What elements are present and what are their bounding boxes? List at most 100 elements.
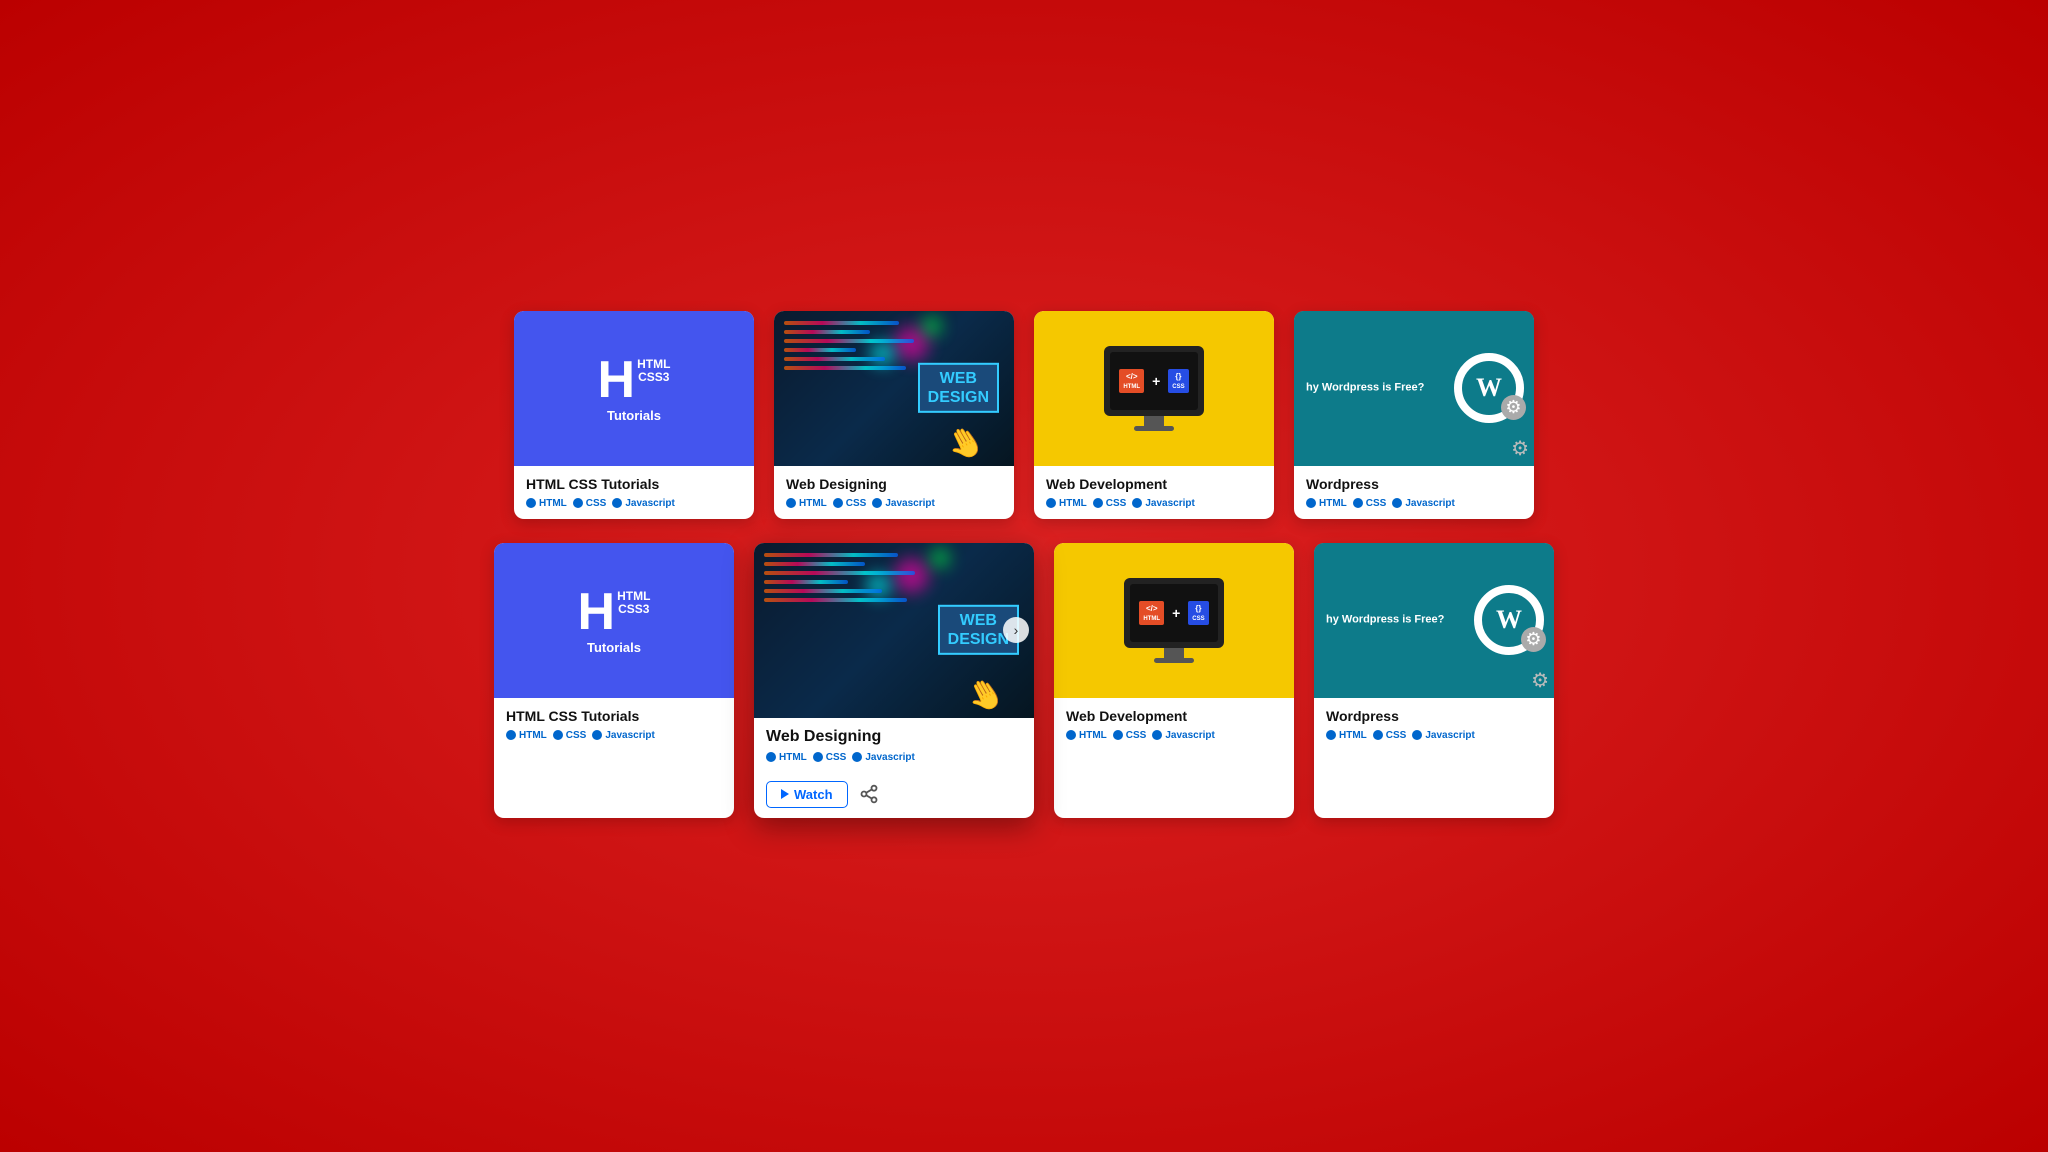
tag-js: Javascript: [1132, 498, 1194, 509]
play-icon: [781, 789, 789, 799]
code-line: [784, 366, 906, 370]
wp-bg: hy Wordpress is Free? W ⚙ ⚙: [1314, 543, 1554, 698]
tag-html: HTML: [1326, 730, 1367, 741]
card-web-designing-1[interactable]: WEBDESIGN 🤚 Web Designing HTML CSS Javas…: [774, 311, 1014, 519]
code-line: [764, 598, 907, 602]
code-line: [784, 330, 870, 334]
plus-sign: +: [1152, 373, 1160, 389]
card-title: Web Development: [1066, 708, 1282, 724]
card-web-development-1[interactable]: </>HTML + {}CSS Web Development HTML CSS…: [1034, 311, 1274, 519]
html-badge: </>HTML: [1139, 601, 1164, 625]
web-design-label: WEBDESIGN: [918, 363, 999, 413]
tag-html: HTML: [786, 498, 827, 509]
wp-circle: W ⚙: [1454, 353, 1524, 423]
tutorials-label: Tutorials: [578, 640, 651, 655]
card-thumbnail: hy Wordpress is Free? W ⚙ ⚙: [1294, 311, 1534, 466]
wp-logo-wrapper: W ⚙: [1474, 585, 1544, 655]
html-css-logo: H HTML CSS3 Tutorials: [598, 354, 671, 423]
plus-sign: +: [1172, 605, 1180, 621]
card-row-1: H HTML CSS3 Tutorials HTML CSS Tutorials…: [514, 311, 1534, 519]
tag-js: Javascript: [1152, 730, 1214, 741]
card-web-designing-2-expanded[interactable]: WEBDESIGN 🤚 › Web Designing HTML CSS Jav…: [754, 543, 1034, 818]
hand-icon: 🤚: [960, 671, 1010, 718]
tag-js: Javascript: [872, 498, 934, 509]
css-badge: {}CSS: [1188, 601, 1208, 625]
monitor-stand: [1144, 416, 1164, 426]
wp-bg: hy Wordpress is Free? W ⚙ ⚙: [1294, 311, 1534, 466]
code-line: [784, 357, 885, 361]
tag-css: CSS: [833, 498, 867, 509]
monitor-icon: </>HTML + {}CSS: [1104, 346, 1204, 431]
tag-html: HTML: [506, 730, 547, 741]
card-tags: HTML CSS Javascript: [506, 730, 722, 741]
card-tags: HTML CSS Javascript: [1046, 498, 1262, 509]
card-title: Web Designing: [766, 728, 1022, 746]
tag-css: CSS: [1353, 498, 1387, 509]
tag-css: CSS: [573, 498, 607, 509]
monitor-base: [1154, 658, 1194, 663]
card-info: Web Designing HTML CSS Javascript: [774, 466, 1014, 519]
code-line: [784, 321, 899, 325]
tag-js: Javascript: [592, 730, 654, 741]
card-thumbnail: </>HTML + {}CSS: [1034, 311, 1274, 466]
card-wordpress-1[interactable]: hy Wordpress is Free? W ⚙ ⚙ Wordpress HT…: [1294, 311, 1534, 519]
gear-icon: ⚙: [1521, 627, 1546, 652]
tag-html: HTML: [526, 498, 567, 509]
tag-js: Javascript: [1412, 730, 1474, 741]
wp-letter: W: [1476, 373, 1502, 403]
card-thumbnail: WEBDESIGN 🤚: [774, 311, 1014, 466]
code-line: [764, 553, 898, 557]
card-thumbnail: hy Wordpress is Free? W ⚙ ⚙: [1314, 543, 1554, 698]
hand-icon: 🤚: [940, 419, 990, 466]
tag-html: HTML: [1066, 730, 1107, 741]
gear-icon-2: ⚙: [1511, 436, 1529, 461]
tag-js: Javascript: [852, 752, 914, 763]
card-wordpress-2[interactable]: hy Wordpress is Free? W ⚙ ⚙ Wordpress HT…: [1314, 543, 1554, 818]
code-line: [784, 339, 914, 343]
card-tags: HTML CSS Javascript: [766, 752, 1022, 763]
wp-tagline: hy Wordpress is Free?: [1306, 380, 1424, 395]
card-tags: HTML CSS Javascript: [526, 498, 742, 509]
card-thumbnail: H HTML CSS3 Tutorials: [494, 543, 734, 698]
card-info: Web Designing HTML CSS Javascript: [754, 718, 1034, 773]
web-design-bg: WEBDESIGN 🤚: [774, 311, 1014, 466]
tag-html: HTML: [766, 752, 807, 763]
card-info: Web Development HTML CSS Javascript: [1034, 466, 1274, 519]
card-title: Wordpress: [1326, 708, 1542, 724]
tag-js: Javascript: [612, 498, 674, 509]
gear-icon: ⚙: [1501, 395, 1526, 420]
tag-css: CSS: [1113, 730, 1147, 741]
watch-button[interactable]: Watch: [766, 781, 848, 808]
tag-css: CSS: [1373, 730, 1407, 741]
share-button[interactable]: [858, 783, 880, 805]
code-line: [764, 580, 848, 584]
card-info: HTML CSS Tutorials HTML CSS Javascript: [494, 698, 734, 751]
monitor-stand: [1164, 648, 1184, 658]
card-html-css-tutorials-2[interactable]: H HTML CSS3 Tutorials HTML CSS Tutorials…: [494, 543, 734, 818]
card-tags: HTML CSS Javascript: [1066, 730, 1282, 741]
monitor-icon: </>HTML + {}CSS: [1124, 578, 1224, 663]
card-title: Wordpress: [1306, 476, 1522, 492]
card-web-development-2[interactable]: </>HTML + {}CSS Web Development HTML CSS…: [1054, 543, 1294, 818]
card-title: Web Designing: [786, 476, 1002, 492]
code-line: [764, 571, 915, 575]
web-design-bg: WEBDESIGN 🤚 ›: [754, 543, 1034, 718]
card-title: HTML CSS Tutorials: [526, 476, 742, 492]
card-info: Wordpress HTML CSS Javascript: [1314, 698, 1554, 751]
card-thumbnail: </>HTML + {}CSS: [1054, 543, 1294, 698]
gear-icon-2: ⚙: [1531, 668, 1549, 693]
code-line: [784, 348, 856, 352]
glow-green: [930, 548, 950, 568]
tag-css: CSS: [813, 752, 847, 763]
card-info: Web Development HTML CSS Javascript: [1054, 698, 1294, 751]
next-arrow-button[interactable]: ›: [1003, 617, 1029, 643]
watch-label: Watch: [794, 787, 833, 802]
tag-js: Javascript: [1392, 498, 1454, 509]
card-tags: HTML CSS Javascript: [1326, 730, 1542, 741]
card-thumbnail: H HTML CSS3 Tutorials: [514, 311, 754, 466]
code-line: [764, 562, 865, 566]
card-info: HTML CSS Tutorials HTML CSS Javascript: [514, 466, 754, 519]
card-html-css-tutorials-1[interactable]: H HTML CSS3 Tutorials HTML CSS Tutorials…: [514, 311, 754, 519]
css-badge: {}CSS: [1168, 369, 1188, 393]
code-lines: [764, 553, 932, 693]
